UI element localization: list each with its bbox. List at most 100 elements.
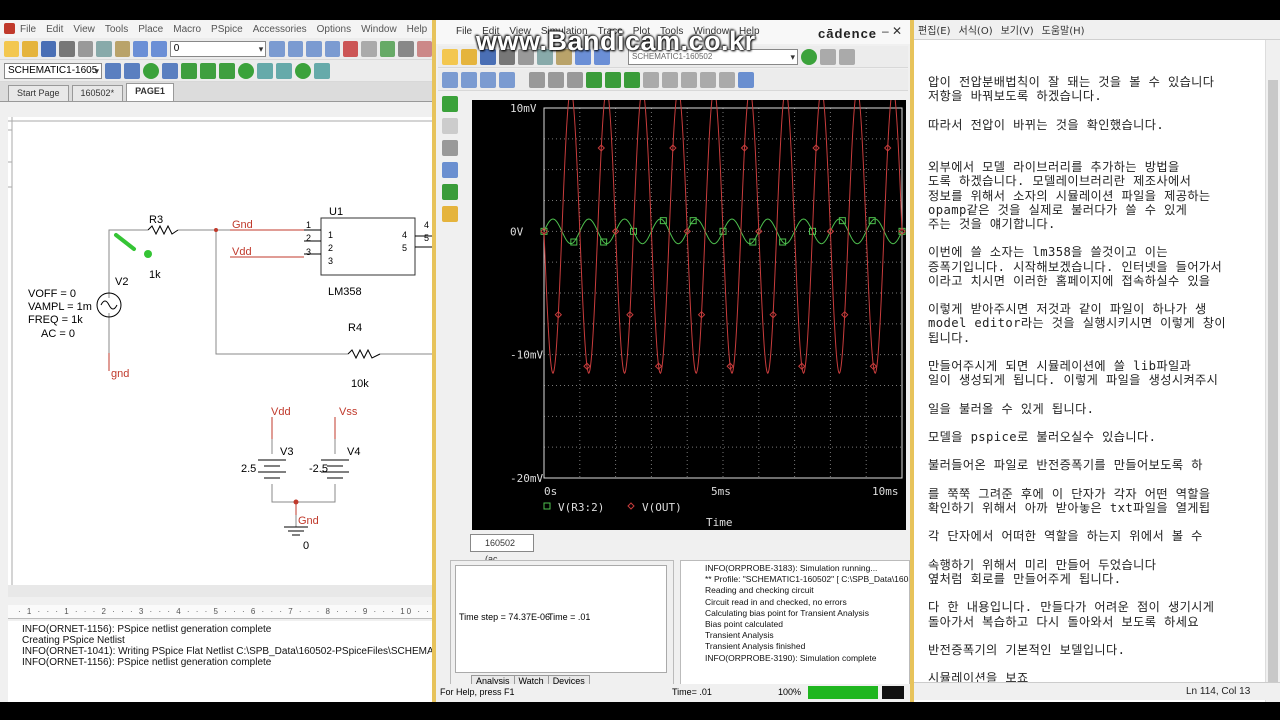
cursor-trough-icon[interactable]	[681, 71, 697, 88]
edit-icon[interactable]	[442, 206, 458, 222]
new-file-icon[interactable]	[4, 40, 20, 57]
axis-settings-icon[interactable]	[529, 71, 545, 88]
capture-menu-pspice[interactable]: PSpice	[211, 24, 243, 35]
tab-page1[interactable]: PAGE1	[126, 83, 174, 101]
schematic-horizontal-scrollbar[interactable]	[8, 585, 432, 597]
notepad-text-area[interactable]: 압이 전압분배법칙이 잘 돼는 것을 볼 수 있습니다 저항을 바꿔보도록 하겠습…	[900, 40, 1265, 702]
notepad-line: 반전증폭기의 기본적인 보델입니다.	[928, 643, 1126, 657]
schematic-canvas[interactable]: R3 1k R4 10k V2 U1 LM358 VOFF = 0 VAMPL …	[8, 117, 432, 585]
wire	[271, 484, 336, 503]
view-results-icon[interactable]	[162, 62, 178, 79]
notepad-scrollbar[interactable]	[1265, 40, 1280, 702]
drc-icon[interactable]	[361, 40, 377, 57]
open-folder-icon[interactable]	[22, 40, 38, 57]
print-icon[interactable]	[59, 40, 75, 57]
tab-start-page[interactable]: Start Page	[8, 85, 69, 101]
netlist-icon[interactable]	[379, 40, 396, 57]
add-trace-icon[interactable]	[586, 71, 602, 88]
output-line: INFO(ORPROBE-3190): Simulation complete	[705, 652, 877, 663]
v2-vampl: VAMPL = 1m	[28, 301, 92, 313]
notepad-line: model editor라는 것을 실행시키시면 이렇게 창이	[928, 316, 1226, 331]
delete-trace-icon[interactable]	[624, 71, 640, 88]
fft-icon[interactable]	[567, 71, 583, 88]
current-marker-icon[interactable]	[200, 62, 216, 79]
zoom-out-icon[interactable]	[461, 71, 477, 88]
zoom-area-icon[interactable]	[480, 71, 496, 88]
copy-icon[interactable]	[96, 40, 112, 57]
notepad-menu-format[interactable]: 서식(O)	[959, 22, 993, 37]
r4-value: 10k	[351, 378, 369, 390]
x-tick-label: 5ms	[711, 485, 731, 498]
power-marker-icon[interactable]	[219, 62, 235, 79]
output-line: Transient Analysis	[705, 630, 774, 641]
capture-menu-place[interactable]: Place	[138, 24, 163, 35]
capture-menu-macro[interactable]: Macro	[173, 24, 201, 35]
fourier-icon[interactable]	[605, 71, 621, 88]
run-icon[interactable]	[801, 48, 817, 65]
mark-label-icon[interactable]	[738, 71, 754, 88]
capture-menu-tools[interactable]: Tools	[105, 24, 128, 35]
scrollbar-thumb[interactable]	[1268, 80, 1278, 700]
help-icon[interactable]	[416, 40, 433, 57]
tab-plot-document[interactable]: 160502 (ac...	[470, 534, 534, 564]
cursor-peak-icon[interactable]	[662, 71, 678, 88]
bias-current-icon[interactable]	[276, 62, 292, 79]
notepad-menu-edit[interactable]: 편집(E)	[918, 22, 951, 37]
zoom-fit-icon[interactable]	[324, 40, 341, 57]
simulation-output-log[interactable]: INFO(ORPROBE-3183): Simulation running..…	[680, 560, 910, 694]
status-percent: 100%	[778, 687, 802, 697]
capture-menu-view[interactable]: View	[73, 24, 95, 35]
bias-voltage-icon[interactable]	[238, 62, 254, 79]
view-results-icon[interactable]	[442, 162, 458, 178]
capture-menu-edit[interactable]: Edit	[46, 24, 63, 35]
zoom-out-icon[interactable]	[287, 40, 304, 57]
label-point-icon[interactable]	[719, 71, 735, 88]
new-icon[interactable]	[442, 48, 458, 65]
part-combo[interactable]: 0	[169, 40, 267, 57]
output-file-icon[interactable]	[442, 118, 458, 134]
pspice-menu-file[interactable]: File	[456, 26, 472, 37]
redo-icon[interactable]	[151, 40, 167, 57]
zoom-in-icon[interactable]	[442, 71, 458, 88]
zoom-area-icon[interactable]	[306, 40, 322, 57]
bias-power-icon[interactable]	[295, 62, 311, 79]
zoom-fit-icon[interactable]	[499, 71, 515, 88]
capture-menu-options[interactable]: Options	[317, 24, 351, 35]
cursor-icon[interactable]	[643, 71, 659, 88]
open-icon[interactable]	[461, 48, 477, 65]
bom-icon[interactable]	[398, 40, 414, 57]
show-bias-icon[interactable]	[314, 62, 330, 79]
voltage-marker-icon[interactable]	[181, 62, 197, 79]
probe-icon[interactable]	[442, 184, 458, 200]
notepad-line: 주는 것을 얘기합니다.	[928, 217, 1056, 231]
window-controls[interactable]: – ✕	[882, 24, 902, 38]
junction-dot	[214, 228, 218, 232]
save-icon[interactable]	[40, 40, 57, 57]
pause-icon[interactable]	[820, 48, 836, 65]
edit-profile-icon[interactable]	[124, 62, 140, 79]
add-plot-icon[interactable]	[548, 71, 564, 88]
simulation-profile-combo[interactable]: SCHEMATIC1-1605	[4, 62, 102, 79]
run-simulation-icon[interactable]	[143, 62, 159, 79]
undo-icon[interactable]	[132, 40, 149, 57]
simulation-status-icon[interactable]	[442, 96, 458, 112]
zoom-in-icon[interactable]	[269, 40, 285, 57]
stop-icon[interactable]	[839, 48, 855, 65]
cut-icon[interactable]	[77, 40, 94, 57]
notepad-menu-view[interactable]: 보기(V)	[1001, 22, 1034, 37]
notepad-menu-help[interactable]: 도움말(H)	[1042, 22, 1085, 37]
new-profile-icon[interactable]	[105, 62, 121, 79]
capture-menu-accessories[interactable]: Accessories	[253, 24, 307, 35]
capture-menu-help[interactable]: Help	[407, 24, 428, 35]
simulation-settings-icon[interactable]	[442, 140, 458, 156]
cursor-slope-icon[interactable]	[700, 71, 716, 88]
capture-menu-window[interactable]: Window	[361, 24, 397, 35]
capture-menu-file[interactable]: File	[20, 24, 36, 35]
enable-bias-icon[interactable]	[257, 62, 273, 79]
waveform-plot[interactable]: 10mV 0V -10mV -20mV0s 5ms 10ms V(R3:2) V(OUT)…	[472, 100, 906, 530]
notepad-statusbar: Ln 114, Col 13	[900, 682, 1280, 700]
paste-icon[interactable]	[114, 40, 130, 57]
tab-project[interactable]: 160502*	[71, 85, 124, 101]
annotate-icon[interactable]	[343, 40, 359, 57]
session-log[interactable]: INFO(ORNET-1156): PSpice netlist generat…	[8, 621, 432, 702]
